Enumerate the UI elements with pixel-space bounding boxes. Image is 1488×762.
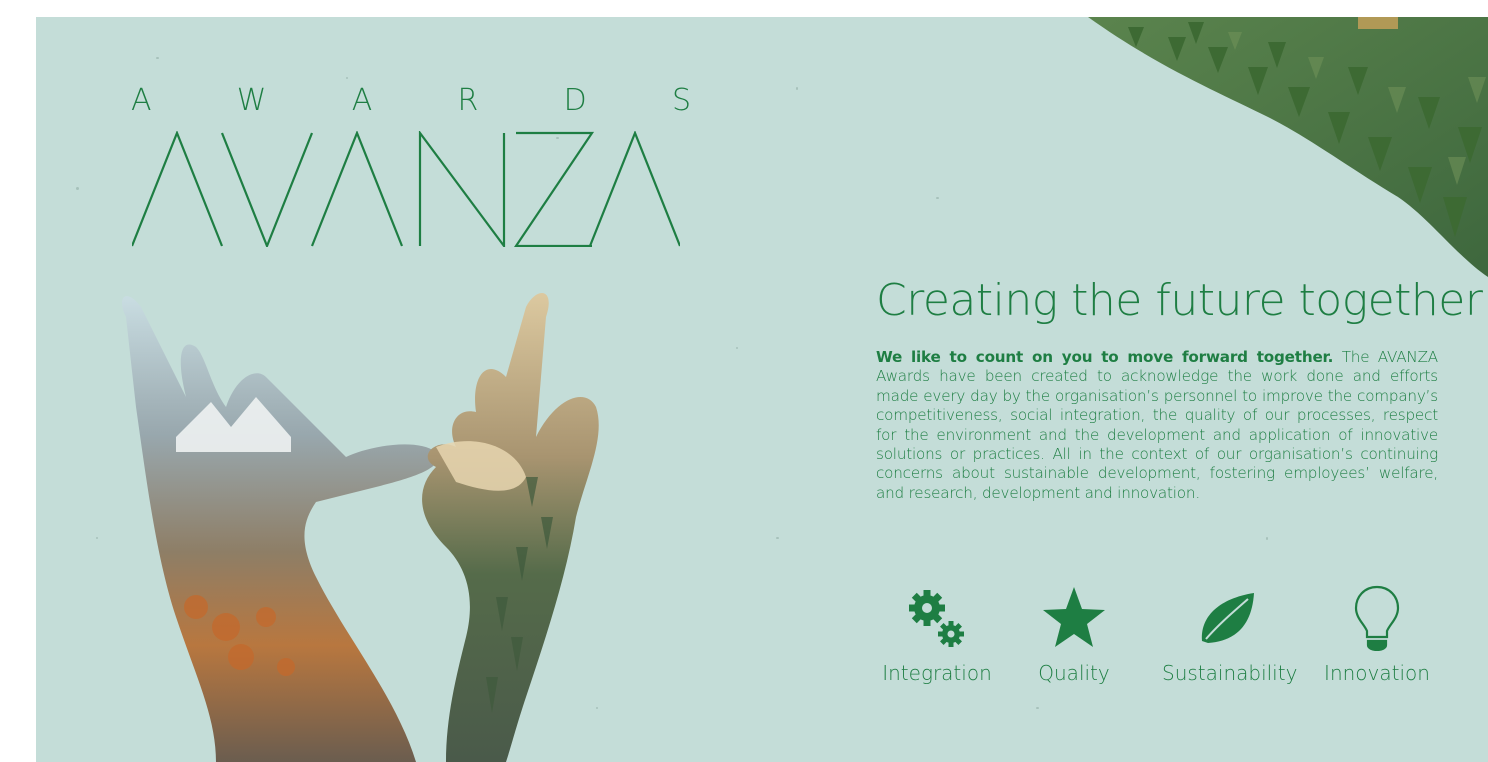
value-integration: Integration: [872, 585, 1002, 685]
value-label: Integration: [882, 661, 992, 685]
lightbulb-icon: [1354, 585, 1400, 651]
forest-corner-image: [1088, 17, 1488, 277]
paper-speck: [936, 197, 939, 199]
value-sustainability: Sustainability: [1162, 585, 1298, 685]
paper-speck: [1036, 707, 1039, 709]
awards-letter: R: [457, 83, 479, 118]
hands-landscape-illustration: [121, 293, 599, 762]
values-row: Integration Quality Sustainability Innov…: [872, 585, 1442, 695]
awards-letter: W: [236, 83, 267, 118]
paper-speck: [346, 77, 348, 79]
value-label: Quality: [1038, 661, 1110, 685]
awards-wordmark: A W A R D S: [131, 83, 691, 118]
star-icon: [1043, 587, 1105, 647]
value-label: Sustainability: [1162, 661, 1298, 685]
awards-letter: S: [671, 83, 691, 118]
paper-speck: [96, 537, 98, 539]
value-quality: Quality: [1009, 585, 1139, 685]
paper-speck: [736, 347, 738, 349]
paper-speck: [156, 57, 159, 59]
awards-letter: A: [351, 83, 373, 118]
awards-letter: D: [563, 83, 587, 118]
intro-paragraph: We like to count on you to move forward …: [876, 348, 1438, 503]
paper-speck: [776, 537, 779, 539]
value-label: Innovation: [1324, 661, 1430, 685]
avanza-logo: [132, 131, 680, 247]
leaf-icon: [1201, 593, 1254, 643]
paper-speck: [76, 187, 79, 190]
paper-speck: [1266, 537, 1268, 540]
hero-banner: A W A R D S Creating the future together…: [36, 17, 1488, 762]
paper-speck: [796, 87, 798, 90]
intro-text: The AVANZA Awards have been created to a…: [876, 348, 1438, 502]
value-innovation: Innovation: [1312, 585, 1442, 685]
intro-lead: We like to count on you to move forward …: [876, 348, 1334, 366]
gears-icon: [909, 590, 964, 647]
headline: Creating the future together: [876, 275, 1483, 326]
awards-letter: A: [131, 83, 152, 118]
